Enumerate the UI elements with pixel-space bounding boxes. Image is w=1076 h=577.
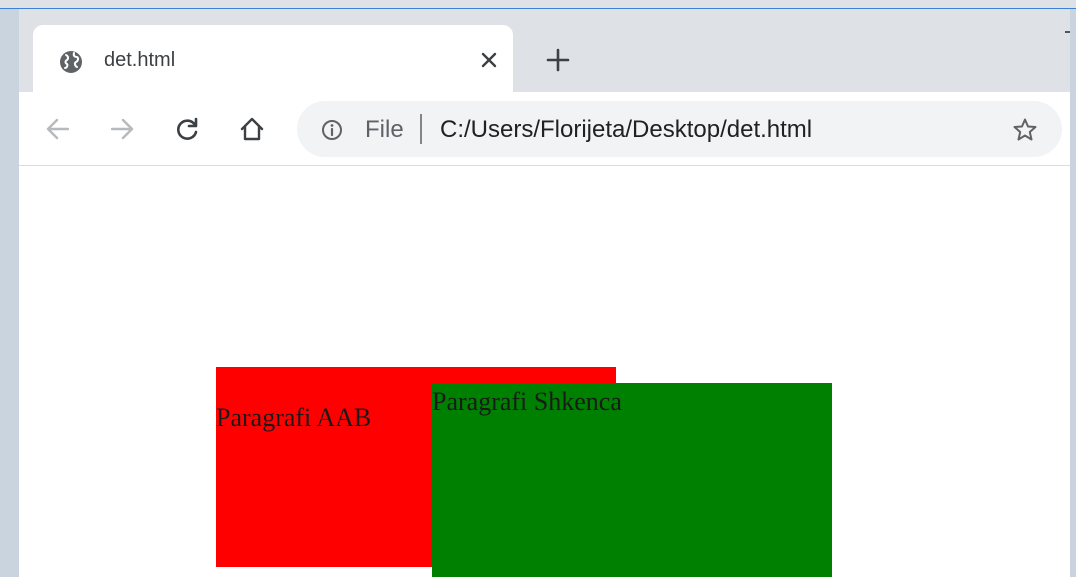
close-icon[interactable] xyxy=(478,49,500,71)
globe-icon xyxy=(60,51,82,73)
file-scheme-label: File xyxy=(365,116,404,143)
background-window-strip xyxy=(0,0,1076,9)
paragraph-shkenca: Paragrafi Shkenca xyxy=(432,387,622,416)
back-arrow-icon[interactable] xyxy=(43,114,73,144)
bookmark-star-icon[interactable] xyxy=(1012,117,1038,143)
minimize-icon[interactable] xyxy=(1065,31,1070,33)
new-tab-icon[interactable] xyxy=(545,47,571,73)
home-icon[interactable] xyxy=(237,114,267,144)
green-box: Paragrafi Shkenca xyxy=(432,383,832,577)
paragraph-aab: Paragrafi AAB xyxy=(216,403,372,432)
url-text[interactable]: C:/Users/Florijeta/Desktop/det.html xyxy=(440,116,812,144)
forward-arrow-icon[interactable] xyxy=(107,114,137,144)
reload-icon[interactable] xyxy=(172,114,202,144)
tab-strip: det.html xyxy=(19,9,1070,92)
tab-det-html[interactable]: det.html xyxy=(33,25,513,92)
address-separator xyxy=(420,114,422,144)
browser-window: det.html File C:/Users/Florijeta/Desktop… xyxy=(19,9,1070,577)
address-bar[interactable]: File C:/Users/Florijeta/Desktop/det.html xyxy=(297,101,1062,157)
browser-toolbar: File C:/Users/Florijeta/Desktop/det.html xyxy=(19,92,1070,166)
info-icon[interactable] xyxy=(321,119,343,141)
page-content: Paragrafi AAB Paragrafi Shkenca xyxy=(19,167,1070,577)
tab-title: det.html xyxy=(104,49,176,71)
